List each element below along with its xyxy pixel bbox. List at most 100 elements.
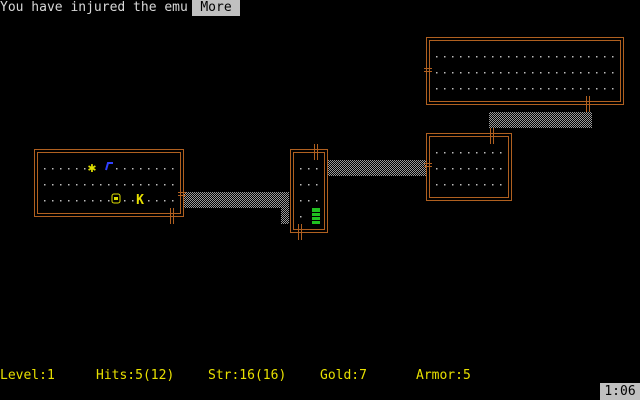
floor-dot bbox=[436, 152, 438, 154]
floor-dot bbox=[500, 152, 502, 154]
floor-dot bbox=[148, 184, 150, 186]
floor-dot bbox=[76, 168, 78, 170]
floor-dot bbox=[540, 56, 542, 58]
floor-dot bbox=[468, 152, 470, 154]
room-west bbox=[34, 149, 184, 217]
floor-dot bbox=[316, 200, 318, 202]
floor-dot bbox=[444, 152, 446, 154]
floor-dot bbox=[468, 72, 470, 74]
floor-dot bbox=[468, 168, 470, 170]
floor-dot bbox=[76, 200, 78, 202]
floor-dot bbox=[452, 168, 454, 170]
floor-dot bbox=[84, 168, 86, 170]
floor-dot bbox=[500, 88, 502, 90]
floor-dot bbox=[132, 184, 134, 186]
floor-dot bbox=[612, 56, 614, 58]
floor-dot bbox=[460, 184, 462, 186]
floor-dot bbox=[452, 56, 454, 58]
floor-dot bbox=[132, 200, 134, 202]
floor-dot bbox=[596, 88, 598, 90]
floor-dot bbox=[100, 200, 102, 202]
player: ✱ bbox=[88, 160, 97, 176]
floor-dot bbox=[436, 88, 438, 90]
floor-dot bbox=[596, 56, 598, 58]
floor-dot bbox=[532, 88, 534, 90]
floor-dot bbox=[68, 184, 70, 186]
floor-dot bbox=[124, 200, 126, 202]
room-middle bbox=[290, 149, 328, 233]
floor-dot bbox=[172, 200, 174, 202]
floor-dot bbox=[108, 200, 110, 202]
floor-dot bbox=[476, 56, 478, 58]
floor-dot bbox=[492, 88, 494, 90]
floor-dot bbox=[500, 72, 502, 74]
floor-dot bbox=[588, 56, 590, 58]
floor-dot bbox=[76, 184, 78, 186]
message-line: You have injured the emu bbox=[0, 0, 188, 15]
floor-dot bbox=[476, 88, 478, 90]
floor-dot bbox=[524, 56, 526, 58]
floor-dot bbox=[164, 184, 166, 186]
floor-dot bbox=[516, 56, 518, 58]
floor-dot bbox=[556, 72, 558, 74]
floor-dot bbox=[444, 168, 446, 170]
floor-dot bbox=[484, 152, 486, 154]
floor-dot bbox=[476, 168, 478, 170]
floor-dot bbox=[580, 88, 582, 90]
floor-dot bbox=[492, 56, 494, 58]
more-button[interactable]: More bbox=[192, 0, 240, 16]
floor-dot bbox=[308, 168, 310, 170]
floor-dot bbox=[316, 184, 318, 186]
status-gold: Gold:7 bbox=[320, 368, 367, 383]
floor-dot bbox=[492, 184, 494, 186]
floor-dot bbox=[580, 72, 582, 74]
floor-dot bbox=[68, 168, 70, 170]
floor-dot bbox=[564, 72, 566, 74]
floor-dot bbox=[44, 200, 46, 202]
floor-dot bbox=[532, 56, 534, 58]
floor-dot bbox=[444, 72, 446, 74]
floor-dot bbox=[60, 168, 62, 170]
floor-dot bbox=[524, 88, 526, 90]
floor-dot bbox=[172, 168, 174, 170]
floor-dot bbox=[108, 184, 110, 186]
floor-dot bbox=[156, 200, 158, 202]
floor-dot bbox=[516, 72, 518, 74]
floor-dot bbox=[524, 72, 526, 74]
floor-dots bbox=[44, 56, 614, 218]
floor-dot bbox=[484, 184, 486, 186]
floor-dot bbox=[308, 200, 310, 202]
floor-dot bbox=[468, 56, 470, 58]
floor-dot bbox=[436, 184, 438, 186]
floor-dot bbox=[460, 152, 462, 154]
floor-dot bbox=[548, 72, 550, 74]
floor-dot bbox=[572, 88, 574, 90]
floor-dot bbox=[308, 184, 310, 186]
floor-dot bbox=[484, 56, 486, 58]
floor-dot bbox=[460, 56, 462, 58]
floor-dot bbox=[476, 184, 478, 186]
floor-dot bbox=[444, 56, 446, 58]
floor-dot bbox=[116, 184, 118, 186]
floor-dot bbox=[300, 216, 302, 218]
floor-dot bbox=[500, 184, 502, 186]
floor-dot bbox=[500, 56, 502, 58]
floor-dot bbox=[508, 56, 510, 58]
floor-dot bbox=[604, 56, 606, 58]
room-northeast bbox=[426, 37, 624, 105]
floor-dot bbox=[100, 184, 102, 186]
floor-dot bbox=[116, 168, 118, 170]
floor-dot bbox=[492, 72, 494, 74]
floor-dot bbox=[540, 88, 542, 90]
floor-dot bbox=[300, 168, 302, 170]
floor-dot bbox=[532, 72, 534, 74]
floor-dot bbox=[300, 184, 302, 186]
floor-dot bbox=[564, 88, 566, 90]
floor-dot bbox=[52, 168, 54, 170]
dungeon-map: ✱ K bbox=[34, 37, 624, 240]
floor-dot bbox=[156, 184, 158, 186]
floor-dot bbox=[140, 168, 142, 170]
floor-dot bbox=[60, 200, 62, 202]
floor-dot bbox=[444, 184, 446, 186]
floor-dot bbox=[508, 88, 510, 90]
